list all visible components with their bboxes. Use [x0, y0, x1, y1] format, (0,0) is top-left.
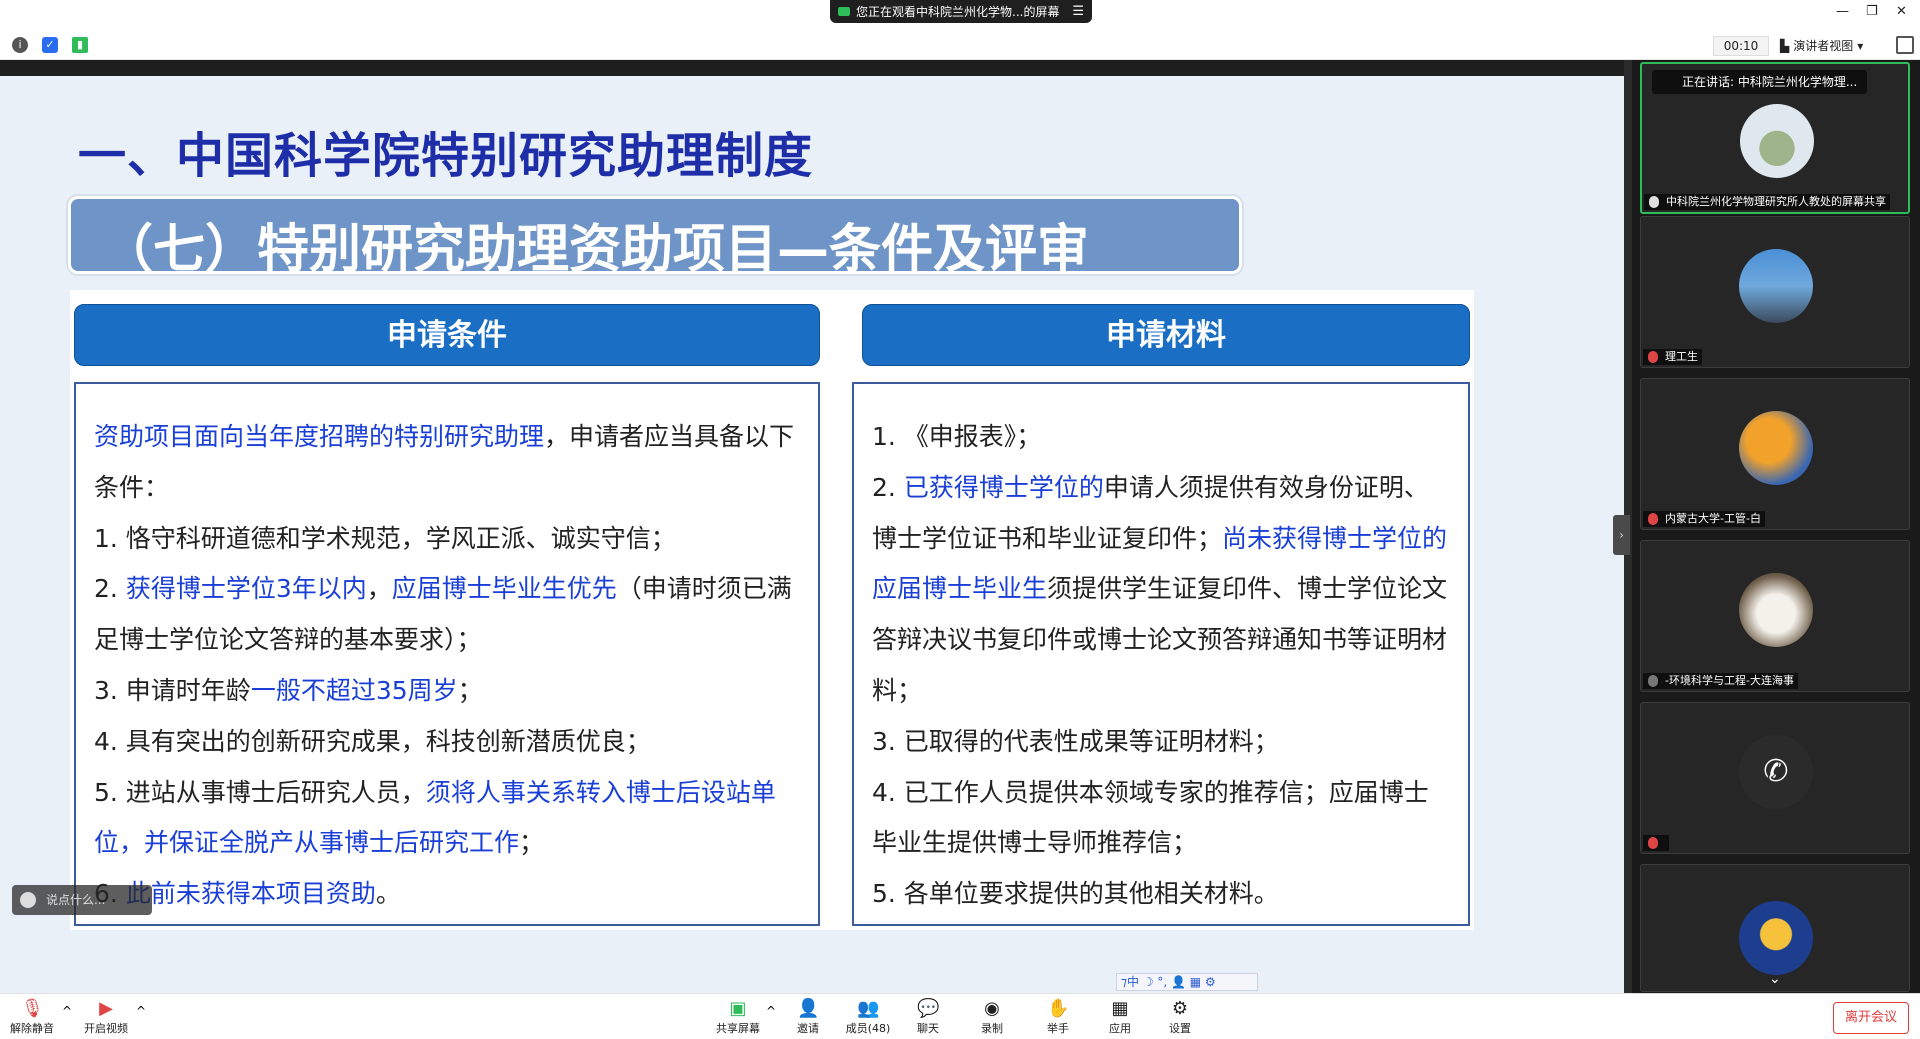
settings-button[interactable]: ⚙ 设置 — [1150, 998, 1210, 1036]
record-icon: ◉ — [984, 998, 1000, 1019]
minimize-button[interactable]: — — [1836, 4, 1849, 19]
apps-icon: ▦ — [1111, 998, 1129, 1019]
avatar — [1739, 411, 1813, 485]
participant-name: -环境科学与工程-大连海事 — [1643, 673, 1798, 689]
participant-tile[interactable]: 内蒙古大学-工管-白 — [1640, 378, 1910, 530]
chat-button[interactable]: 💬 聊天 — [898, 998, 958, 1036]
right-column-header: 申请材料 — [862, 304, 1470, 366]
gear-icon: ⚙ — [1171, 998, 1189, 1019]
members-button[interactable]: 👥 成员(48) — [838, 998, 898, 1036]
left-column-header: 申请条件 — [74, 304, 820, 366]
hand-icon: ✋ — [1047, 998, 1070, 1019]
participant-tile[interactable]: 理工生 — [1640, 216, 1910, 368]
start-video-button[interactable]: ▶ 开启视频 — [76, 998, 136, 1036]
meeting-timer: 00:10 — [1713, 36, 1769, 56]
menu-icon[interactable]: ☰ — [1072, 4, 1084, 19]
mic-muted-icon — [1648, 351, 1658, 363]
meeting-toolbar: i ✓ ▮ 00:10 ▙ 演讲者视图 ▾ — [0, 30, 1920, 60]
share-screen-button[interactable]: ▣ 共享屏幕 — [708, 998, 768, 1036]
chevron-up-icon[interactable]: ^ — [766, 1004, 776, 1018]
avatar — [1739, 901, 1813, 975]
material-4: 4. 已工作人员提供本领域专家的推荐信；应届博士毕业生提供博士导师推荐信； — [872, 777, 1429, 858]
material-1: 1. 《申报表》； — [872, 422, 1042, 451]
collapse-panel-button[interactable]: › — [1613, 515, 1630, 555]
share-banner-text: 您正在观看中科院兰州化学物...的屏幕 — [856, 5, 1060, 19]
invite-button[interactable]: 👤 邀请 — [778, 998, 838, 1036]
condition-1: 1. 恪守科研道德和学术规范，学风正派、诚实守信； — [94, 523, 676, 553]
condition-4: 4. 具有突出的创新研究成果，科技创新潜质优良； — [94, 726, 651, 756]
avatar — [1739, 249, 1813, 323]
chat-input-pill[interactable]: 说点什么... — [12, 885, 152, 915]
share-screen-icon: ▣ — [729, 998, 747, 1019]
video-off-icon: ▶ — [99, 998, 113, 1019]
unmute-button[interactable]: 🎙 解除静音 — [2, 998, 62, 1036]
shared-slide: 一、中国科学院特别研究助理制度 （七）特别研究助理资助项目—条件及评审 申请条件… — [0, 76, 1632, 993]
chevron-down-icon[interactable]: ⌄ — [1769, 971, 1781, 987]
speaking-indicator: 正在讲话: 中科院兰州化学物理... — [1652, 70, 1868, 94]
condition-2: 2. 获得博士学位3年以内，应届博士毕业生优先（申请时须已满足博士学位论文答辩的… — [94, 574, 792, 655]
participant-name: 中科院兰州化学物理研究所人教处的屏幕共享 — [1644, 194, 1890, 210]
shield-icon[interactable]: ✓ — [42, 37, 58, 53]
conditions-box: 资助项目面向当年度招聘的特别研究助理，申请者应当具备以下条件： 1. 恪守科研道… — [74, 382, 820, 926]
mic-icon — [1648, 675, 1658, 687]
chevron-up-icon[interactable]: ^ — [62, 1004, 72, 1018]
condition-6: 6. 此前未获得本项目资助。 — [94, 879, 401, 909]
condition-5: 5. 进站从事博士后研究人员，须将人事关系转入博士后设站单位，并保证全脱产从事博… — [94, 777, 776, 858]
material-3: 3. 已取得的代表性成果等证明材料； — [872, 726, 1279, 756]
condition-3: 3. 申请时年龄一般不超过35周岁； — [94, 675, 483, 705]
section-banner: （七）特别研究助理资助项目—条件及评审 — [68, 196, 1242, 280]
view-selector[interactable]: ▙ 演讲者视图 ▾ — [1780, 36, 1882, 56]
invite-icon: 👤 — [797, 998, 820, 1019]
slide-title: 一、中国科学院特别研究助理制度 — [78, 128, 814, 184]
chevron-down-icon: ▾ — [1857, 39, 1864, 53]
material-2: 2. 已获得博士学位的申请人须提供有效身份证明、博士学位证书和毕业证复印件；尚未… — [872, 472, 1448, 705]
info-icon[interactable]: i — [12, 37, 28, 53]
mic-muted-icon — [1648, 513, 1658, 525]
fullscreen-icon[interactable] — [1896, 36, 1914, 54]
avatar — [1739, 573, 1813, 647]
mic-muted-icon: 🎙 — [21, 998, 44, 1019]
layout-icon: ▙ — [1780, 39, 1790, 53]
leave-meeting-button[interactable]: 离开会议 — [1833, 1002, 1909, 1034]
apps-button[interactable]: ▦ 应用 — [1090, 998, 1150, 1036]
share-top-bar — [0, 60, 1632, 76]
chevron-up-icon[interactable]: ^ — [136, 1004, 146, 1018]
record-button[interactable]: ◉ 录制 — [962, 998, 1022, 1036]
view-label: 演讲者视图 — [1793, 39, 1854, 53]
participant-name: 理工生 — [1643, 349, 1702, 365]
emoji-icon[interactable] — [20, 892, 36, 908]
content-panel: 申请条件 申请材料 资助项目面向当年度招聘的特别研究助理，申请者应当具备以下条件… — [70, 290, 1474, 930]
chat-placeholder: 说点什么... — [46, 893, 106, 907]
material-5: 5. 各单位要求提供的其他相关材料。 — [872, 879, 1279, 909]
chat-icon: 💬 — [917, 998, 940, 1019]
meeting-controls: 🎙 解除静音 ^ ▶ 开启视频 ^ ▣ 共享屏幕 ^ 👤 邀请 👥 成员(48)… — [0, 993, 1920, 1039]
materials-box: 1. 《申报表》； 2. 已获得博士学位的申请人须提供有效身份证明、博士学位证书… — [852, 382, 1470, 926]
participant-name: 内蒙古大学-工管-白 — [1643, 511, 1765, 527]
condition-intro: 资助项目面向当年度招聘的特别研究助理，申请者应当具备以下条件： — [94, 422, 795, 502]
participant-tile[interactable]: ✆ — [1640, 702, 1910, 854]
window-titlebar: 您正在观看中科院兰州化学物...的屏幕 ☰ — ❐ ✕ — [0, 0, 1920, 28]
mic-muted-icon — [1648, 837, 1658, 849]
mic-icon — [1649, 196, 1659, 208]
share-banner[interactable]: 您正在观看中科院兰州化学物...的屏幕 ☰ — [830, 0, 1092, 23]
ime-toolbar[interactable]: ⁊中 ☽ °, 👤 ▦ ⚙ — [1116, 973, 1258, 991]
participant-tile[interactable]: 正在讲话: 中科院兰州化学物理... 中科院兰州化学物理研究所人教处的屏幕共享 — [1640, 62, 1910, 214]
participant-name — [1643, 835, 1669, 851]
close-button[interactable]: ✕ — [1896, 4, 1907, 19]
avatar — [1740, 104, 1814, 178]
participant-tile[interactable]: ⌄ — [1640, 864, 1910, 992]
camera-icon — [838, 7, 850, 16]
restore-button[interactable]: ❐ — [1866, 4, 1878, 19]
participant-tile[interactable]: -环境科学与工程-大连海事 — [1640, 540, 1910, 692]
raise-hand-button[interactable]: ✋ 举手 — [1028, 998, 1088, 1036]
section-title: （七）特别研究助理资助项目—条件及评审 — [101, 220, 1090, 280]
members-icon: 👥 — [857, 998, 880, 1019]
signal-icon[interactable]: ▮ — [72, 37, 88, 53]
phone-icon: ✆ — [1739, 735, 1813, 809]
